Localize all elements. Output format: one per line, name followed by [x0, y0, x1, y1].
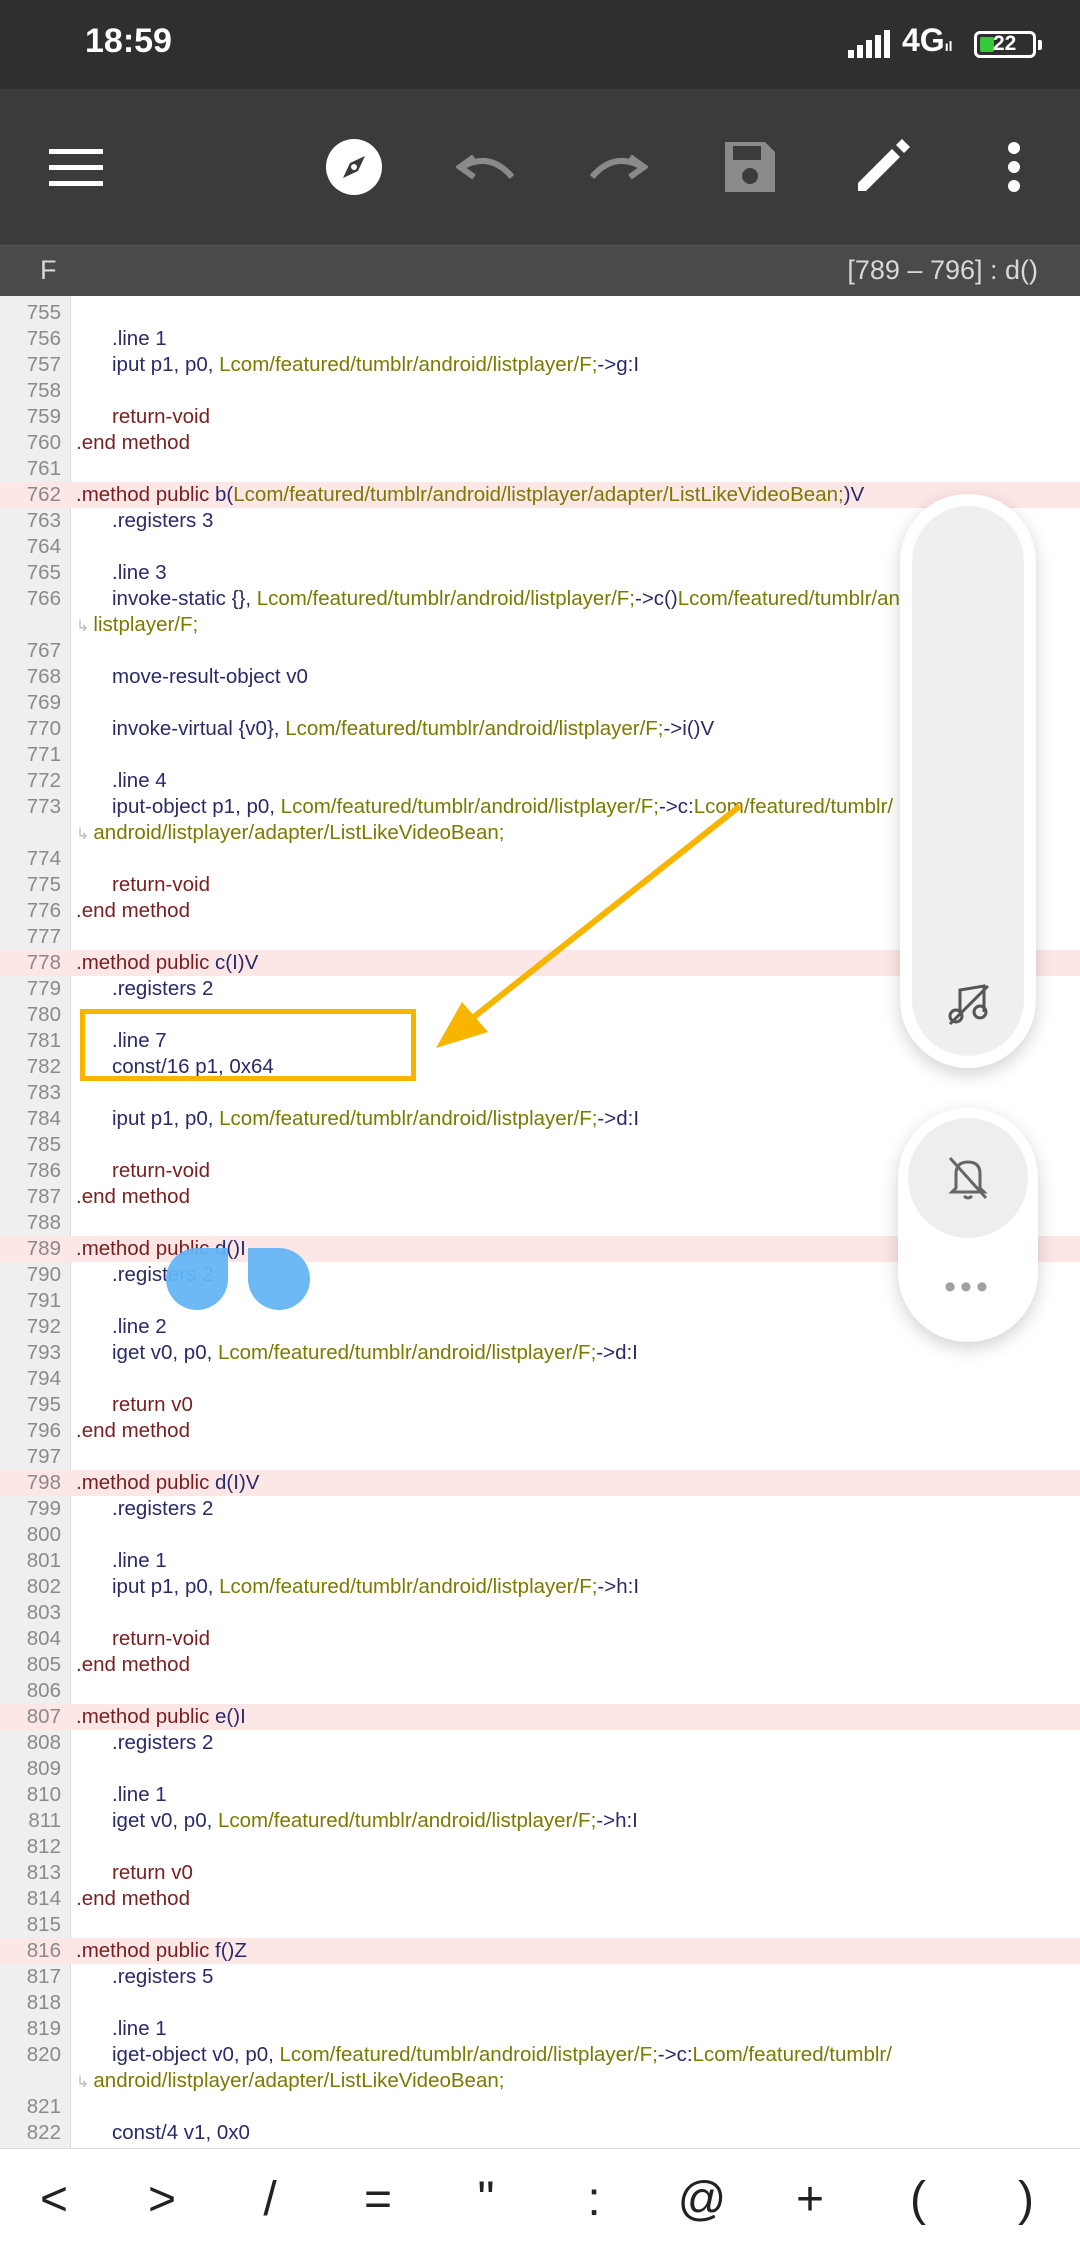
- symbol-key[interactable]: (: [878, 2172, 958, 2227]
- edit-icon[interactable]: [844, 129, 920, 205]
- more-options-icon[interactable]: •••: [898, 1268, 1038, 1307]
- symbol-key[interactable]: @: [662, 2172, 742, 2227]
- floating-media-panel[interactable]: [900, 494, 1036, 1068]
- selection-handle-start[interactable]: [166, 1248, 228, 1310]
- compass-icon[interactable]: [316, 129, 392, 205]
- symbol-key[interactable]: =: [338, 2172, 418, 2227]
- symbol-bar: < > / = ": @ + (): [0, 2148, 1080, 2249]
- selection-range: [789 – 796] : d(): [847, 255, 1038, 285]
- redo-icon[interactable]: [580, 129, 656, 205]
- file-name: F: [40, 255, 57, 285]
- editor-toolbar: [0, 89, 1080, 245]
- symbol-key[interactable]: :: [554, 2172, 634, 2227]
- music-off-icon[interactable]: [946, 982, 992, 1028]
- symbol-key[interactable]: >: [122, 2172, 202, 2227]
- more-vertical-icon[interactable]: [976, 129, 1052, 205]
- signal-icon: [848, 30, 890, 58]
- symbol-key[interactable]: ): [986, 2172, 1066, 2227]
- file-info-bar: F [789 – 796] : d(): [0, 245, 1080, 297]
- save-icon[interactable]: [712, 129, 788, 205]
- annotation-box: [80, 1009, 416, 1081]
- battery-icon: 22: [974, 31, 1042, 58]
- status-bar: 18:59 4Gıl 22: [0, 0, 1080, 89]
- selection-handle-end[interactable]: [248, 1248, 310, 1310]
- symbol-key[interactable]: ": [446, 2172, 526, 2227]
- symbol-key[interactable]: <: [14, 2172, 94, 2227]
- bell-off-icon[interactable]: [908, 1118, 1028, 1238]
- menu-icon[interactable]: [38, 129, 114, 205]
- undo-icon[interactable]: [448, 129, 524, 205]
- floating-notification-panel[interactable]: •••: [898, 1108, 1038, 1342]
- symbol-key[interactable]: /: [230, 2172, 310, 2227]
- symbol-key[interactable]: +: [770, 2172, 850, 2227]
- status-time: 18:59: [85, 22, 172, 60]
- network-type: 4Gıl: [902, 22, 953, 58]
- battery-level: 22: [993, 32, 1017, 55]
